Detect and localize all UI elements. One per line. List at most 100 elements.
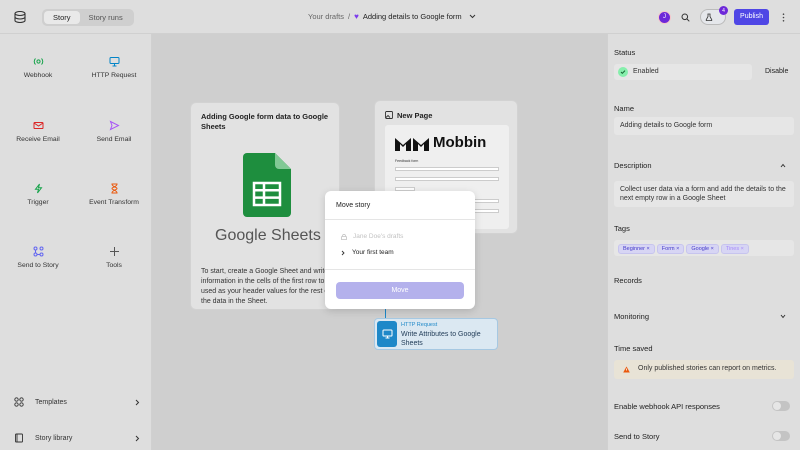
story-settings-panel: Status Enabled Disable Name Adding detai… — [607, 34, 800, 450]
plus-icon — [109, 247, 119, 256]
tab-story[interactable]: Story — [44, 11, 80, 24]
more-vertical-icon[interactable] — [777, 11, 790, 24]
option-your-first-team[interactable]: Your first team — [341, 249, 394, 256]
node-type: HTTP Request — [401, 322, 438, 328]
search-icon[interactable] — [679, 11, 692, 24]
disable-button[interactable]: Disable — [765, 68, 788, 75]
dialog-title: Move story — [325, 191, 475, 220]
node-title: Write Attributes to Google Sheets — [401, 331, 481, 347]
time-saved-note: Only published stories can report on met… — [638, 365, 777, 372]
monitor-icon — [377, 321, 397, 347]
mail-icon — [33, 122, 43, 129]
chevron-right-icon — [135, 399, 140, 405]
breadcrumb-parent[interactable]: Your drafts — [308, 12, 344, 21]
image-icon — [385, 111, 393, 119]
webhook-api-label: Enable webhook API responses — [614, 402, 720, 411]
description-label: Description — [614, 161, 652, 170]
send-icon — [109, 120, 120, 131]
tool-label: Receive Email — [16, 136, 60, 143]
tool-send-email[interactable]: Send Email — [79, 120, 149, 143]
mobbin-wordmark: Mobbin — [433, 134, 487, 151]
top-bar: Story Story runs Your drafts / ♥ Adding … — [0, 0, 800, 34]
monitoring-label: Monitoring — [614, 312, 650, 321]
webhook-api-toggle[interactable] — [772, 401, 790, 411]
chevron-right-icon — [135, 435, 140, 441]
records-label: Records — [614, 276, 642, 285]
flask-icon — [705, 13, 713, 21]
sidebar-item-label: Story library — [35, 434, 73, 442]
tool-trigger[interactable]: Trigger — [3, 183, 73, 206]
lock-icon — [341, 233, 347, 240]
status-label: Status — [614, 48, 636, 57]
name-input[interactable]: Adding details to Google form — [614, 117, 794, 135]
tool-send-to-story[interactable]: Send to Story — [3, 246, 73, 269]
tool-label: HTTP Request — [91, 72, 137, 79]
notifications-button[interactable]: 4 — [700, 6, 729, 25]
send-to-story-label: Send to Story — [614, 432, 660, 441]
option-label: Jane Doe's drafts — [353, 233, 404, 240]
tool-label: Event Transform — [89, 199, 139, 206]
name-label: Name — [614, 104, 635, 113]
tool-event-transform[interactable]: Event Transform — [79, 183, 149, 206]
tool-label: Trigger — [27, 199, 49, 206]
move-button[interactable]: Move — [336, 282, 464, 299]
status-field: Enabled — [614, 64, 752, 80]
tools-sidebar: Webhook HTTP Request Receive Email Send … — [0, 34, 152, 450]
grid-icon — [14, 397, 24, 407]
avatar[interactable]: J — [658, 10, 672, 24]
hourglass-icon — [110, 183, 118, 194]
tags-label: Tags — [614, 224, 630, 233]
send-to-story-toggle[interactable] — [772, 431, 790, 441]
webhook-icon — [33, 58, 43, 65]
tag-google[interactable]: Google × — [686, 244, 719, 254]
tool-http-request[interactable]: HTTP Request — [79, 56, 149, 79]
mobbin-logo-icon — [395, 138, 429, 151]
monitor-icon — [109, 57, 119, 67]
tool-label: Send to Story — [17, 262, 59, 269]
breadcrumb-separator: / — [348, 12, 351, 21]
book-icon — [15, 433, 23, 443]
tag-tines[interactable]: Tines × — [720, 244, 749, 254]
google-sheets-icon — [243, 153, 291, 217]
status-value: Enabled — [633, 68, 659, 75]
tool-tools[interactable]: Tools — [79, 246, 149, 269]
chevron-down-icon[interactable] — [469, 12, 476, 21]
view-tabs: Story Story runs — [42, 9, 134, 26]
warning-icon — [623, 366, 630, 373]
sidebar-item-story-library[interactable]: Story library — [14, 433, 140, 443]
description-input[interactable]: Collect user data via a form and add the… — [614, 181, 794, 207]
http-request-node[interactable]: HTTP Request Write Attributes to Google … — [374, 318, 498, 350]
top-actions: J 4 Publish — [658, 6, 790, 25]
note-card-body: To start, create a Google Sheet and writ… — [201, 268, 335, 305]
chevron-up-icon[interactable] — [780, 163, 786, 168]
sidebar-item-label: Templates — [35, 398, 67, 406]
notification-badge: 4 — [719, 6, 729, 15]
tag-beginner[interactable]: Beginner × — [618, 244, 655, 254]
tags-field[interactable]: Beginner × Form × Google × Tines × — [614, 240, 794, 256]
nodes-icon — [33, 246, 43, 257]
status-dot-icon — [618, 67, 628, 77]
note-card-sheets[interactable]: Adding Google form data to Google Sheets… — [190, 102, 340, 310]
logo-icon[interactable] — [14, 10, 28, 24]
tag-form[interactable]: Form × — [656, 244, 685, 254]
option-jane-drafts: Jane Doe's drafts — [341, 233, 403, 240]
preview-field — [395, 167, 499, 171]
publish-button[interactable]: Publish — [734, 9, 769, 25]
tool-webhook[interactable]: Webhook — [3, 56, 73, 79]
move-story-dialog: Move story Jane Doe's drafts Your first … — [325, 191, 475, 309]
story-title[interactable]: Adding details to Google form — [363, 12, 462, 21]
option-label: Your first team — [352, 249, 394, 256]
google-sheets-wordmark: Google Sheets — [215, 227, 321, 244]
tool-label: Send Email — [96, 136, 132, 143]
note-card-title: Adding Google form data to Google Sheets — [201, 112, 329, 131]
time-saved-notice: Only published stories can report on met… — [614, 360, 794, 379]
tab-story-runs[interactable]: Story runs — [80, 11, 132, 24]
time-saved-label: Time saved — [614, 344, 653, 353]
breadcrumb: Your drafts / ♥ Adding details to Google… — [308, 12, 476, 21]
chevron-right-icon — [341, 250, 345, 255]
bolt-icon — [33, 183, 43, 194]
sidebar-item-templates[interactable]: Templates — [14, 397, 140, 407]
chevron-down-icon[interactable] — [780, 314, 786, 319]
tool-label: Tools — [106, 262, 122, 269]
tool-receive-email[interactable]: Receive Email — [3, 120, 73, 143]
